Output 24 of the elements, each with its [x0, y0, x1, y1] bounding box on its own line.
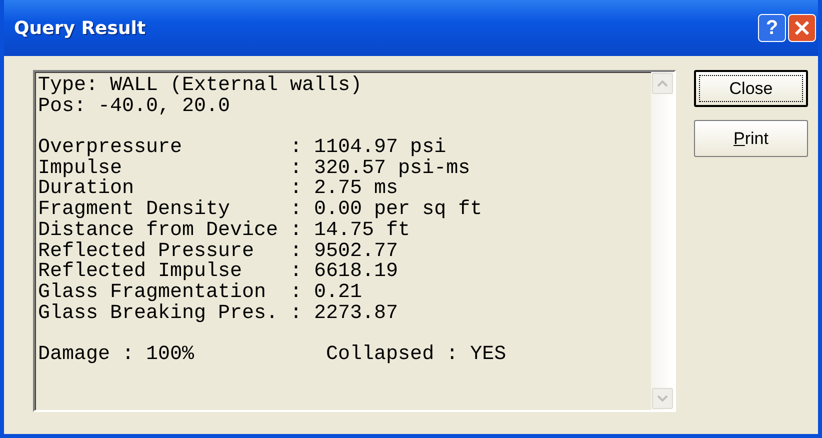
result-line: Reflected Pressure : 9502.77 [38, 242, 400, 262]
close-window-button[interactable] [788, 14, 816, 42]
result-line: Glass Fragmentation : 0.21 [38, 282, 364, 304]
scroll-up-button[interactable] [652, 73, 673, 94]
result-line: Distance from Device : 14.75 ft [38, 220, 412, 242]
result-line: Impulse : 320.57 psi-ms [38, 158, 472, 180]
result-line: Duration : 2.75 ms [38, 179, 400, 200]
window-title: Query Result [14, 18, 147, 38]
scrollbar[interactable] [651, 72, 674, 410]
result-line: Fragment Density : 0.00 per sq ft [38, 200, 484, 221]
help-button[interactable]: ? [758, 14, 786, 42]
result-text-area[interactable] [33, 70, 676, 412]
dialog-button[interactable]: Close [694, 70, 808, 107]
close-icon [794, 20, 810, 36]
scroll-up-icon [657, 80, 668, 87]
result-line: Overpressure : 1104.97 psi [38, 138, 446, 159]
result-line: Damage : 100% Collapsed : YES [38, 344, 508, 366]
result-line: Glass Breaking Pres. : 2273.87 [38, 304, 400, 324]
result-line: Reflected Impulse : 6618.19 [38, 262, 400, 283]
scroll-down-button[interactable] [652, 388, 673, 409]
result-line: Pos: -40.0, 20.0 [38, 96, 232, 118]
scroll-down-icon [657, 395, 668, 402]
dialog-button[interactable]: Print [694, 120, 808, 157]
result-line: Type: WALL (External walls) [38, 76, 364, 97]
